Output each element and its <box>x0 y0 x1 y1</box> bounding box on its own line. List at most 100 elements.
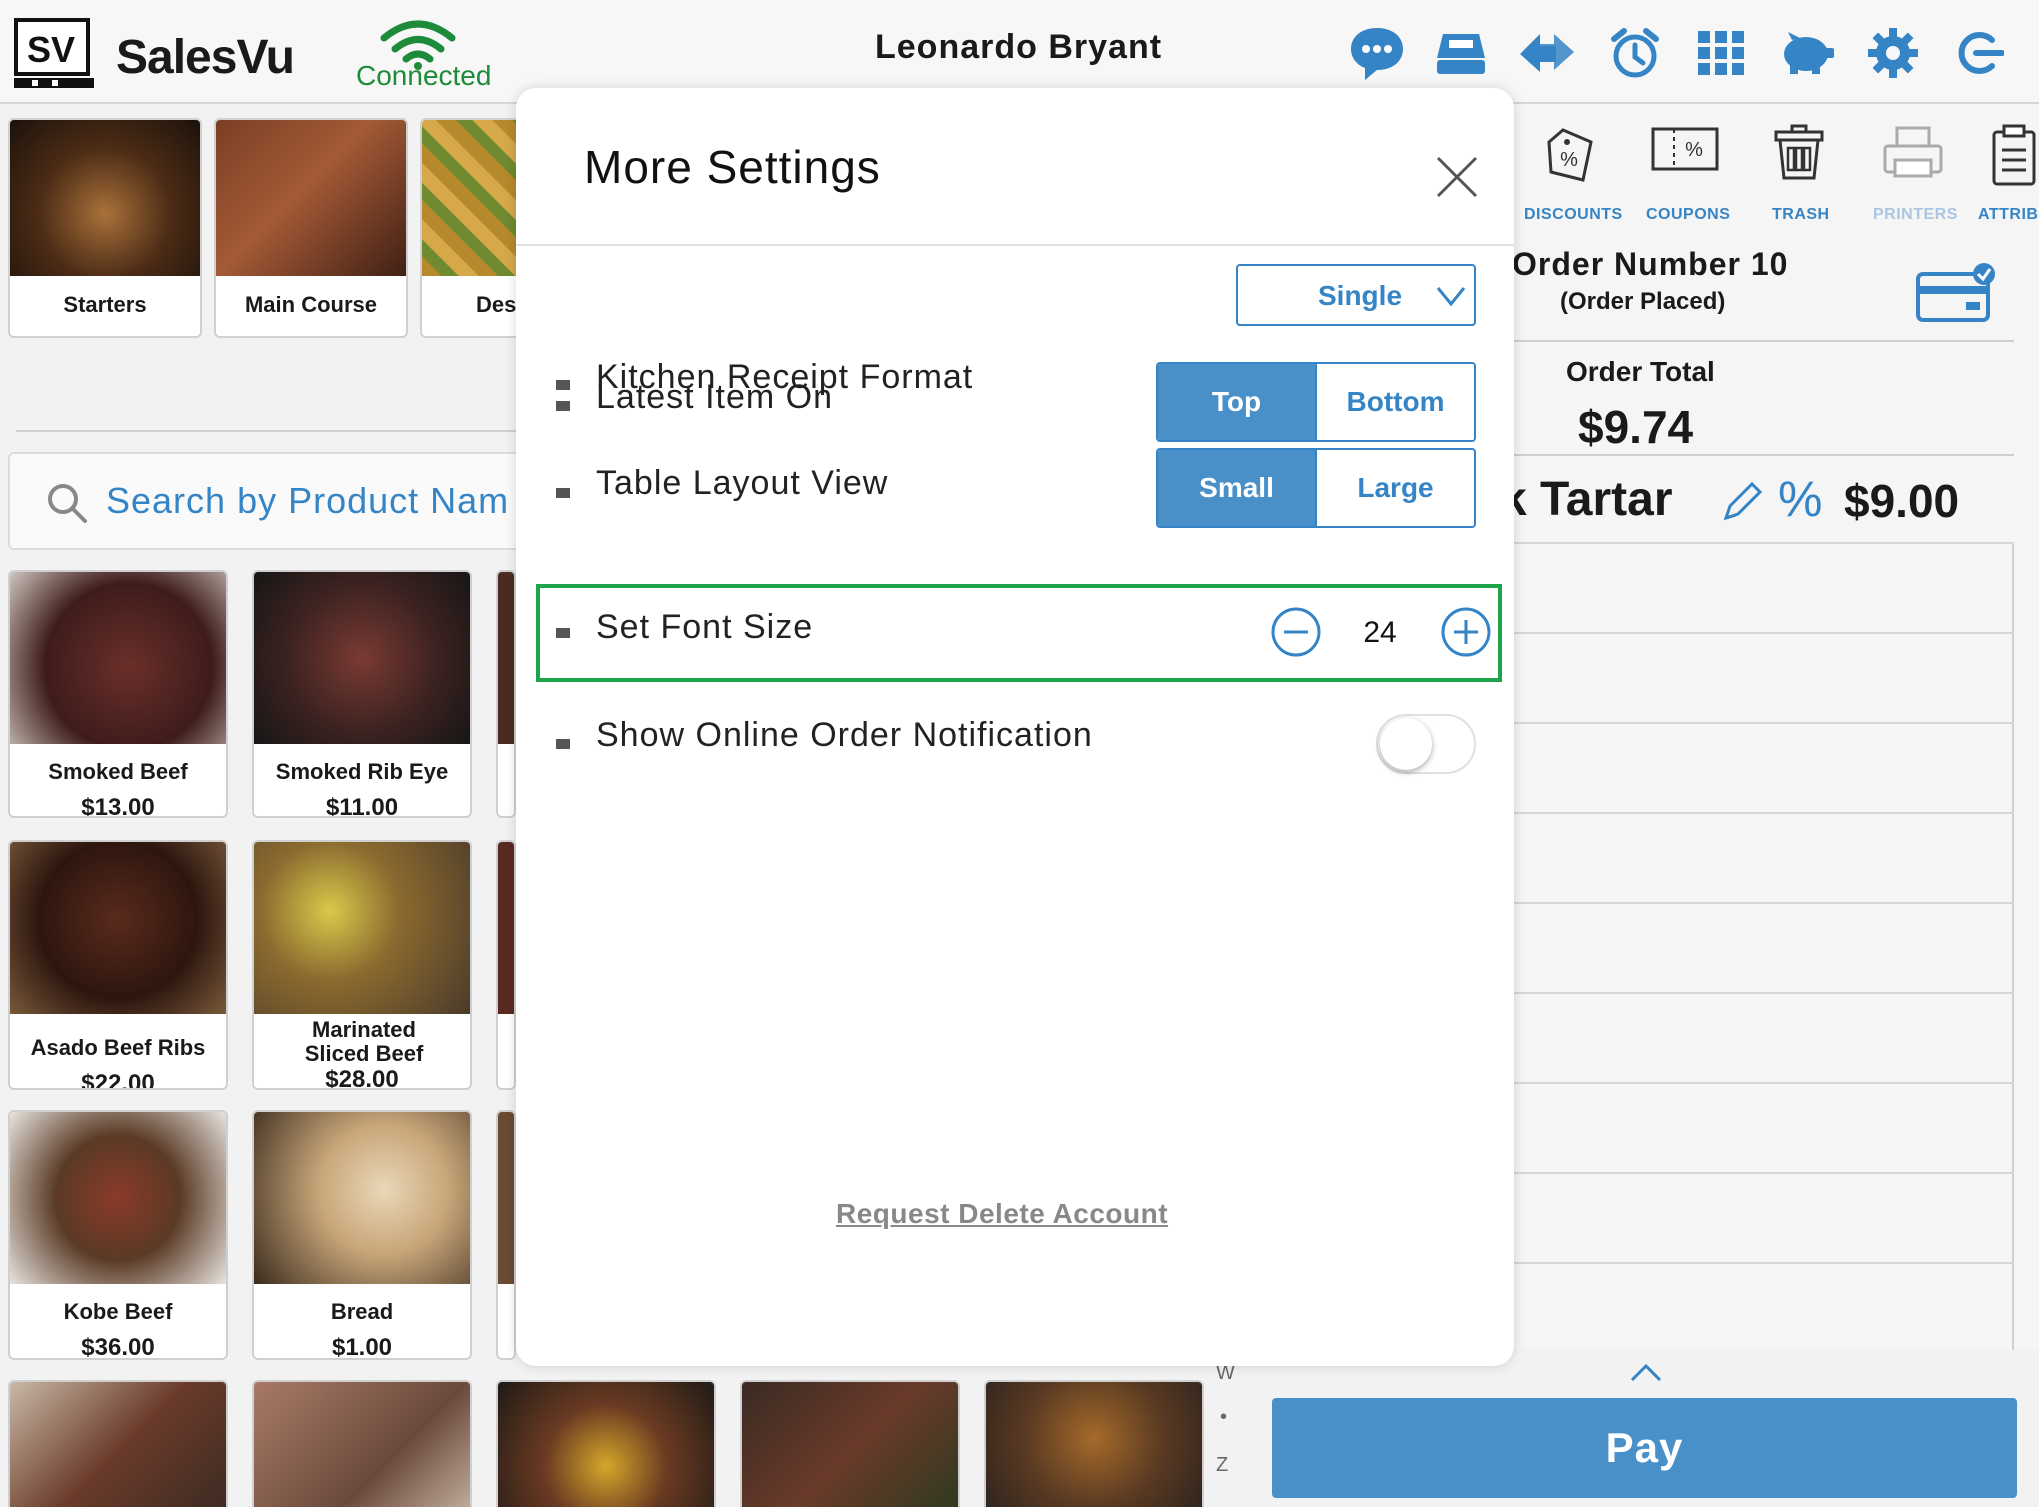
product-search-input[interactable]: Search by Product Nam <box>8 452 568 550</box>
font-size-row: Set Font Size 24 <box>536 584 1502 682</box>
product-tile-partial[interactable] <box>740 1380 960 1507</box>
latest-item-top-button[interactable]: Top <box>1158 364 1315 440</box>
product-name: Kobe Beef <box>63 1299 173 1324</box>
increase-font-button[interactable] <box>1440 606 1492 663</box>
brand-name: SalesVu <box>116 31 295 84</box>
bullet <box>556 380 570 390</box>
table-layout-small-button[interactable]: Small <box>1158 450 1315 526</box>
row-divider <box>1514 1262 2014 1264</box>
latest-item-toggle: Top Bottom <box>1156 362 1476 442</box>
product-name: Asado Beef Ribs <box>30 1035 206 1060</box>
product-image <box>498 1382 714 1507</box>
user-name[interactable]: Leonardo Bryant <box>875 28 1162 67</box>
row-divider <box>1514 632 2014 634</box>
product-price: $13.00 <box>81 794 155 818</box>
product-name: Smoked Beef <box>48 759 188 784</box>
pay-button[interactable]: Pay <box>1272 1398 2017 1498</box>
product-image <box>10 842 226 1014</box>
product-tile-marinated-sliced-beef[interactable]: Marinated Sliced Beef $28.00 <box>252 840 472 1090</box>
product-tile-partial[interactable] <box>8 1380 228 1507</box>
product-tile-partial[interactable] <box>984 1380 1204 1507</box>
logout-icon[interactable] <box>1948 24 2010 82</box>
chevron-up-icon[interactable] <box>1630 1362 1662 1387</box>
kitchen-receipt-select[interactable]: Single <box>1236 264 1476 326</box>
product-tile-smoked-beef[interactable]: Smoked Beef $13.00 <box>8 570 228 818</box>
product-image <box>254 572 470 744</box>
coupons-label: COUPONS <box>1646 206 1731 223</box>
product-image <box>986 1382 1202 1507</box>
section-divider <box>16 430 536 432</box>
category-label: Starters <box>63 292 147 317</box>
product-image <box>498 1112 514 1284</box>
product-image <box>742 1382 958 1507</box>
trash-icon <box>1774 124 1824 180</box>
category-tile-main-course[interactable]: Main Course <box>214 118 408 338</box>
more-settings-modal: More Settings Kitchen Receipt Format Sin… <box>516 88 1514 1366</box>
product-tile-partial[interactable] <box>496 840 516 1090</box>
product-price: $22.00 <box>81 1070 155 1090</box>
product-price: $28.00 <box>325 1066 399 1090</box>
product-image <box>254 1112 470 1284</box>
discount-tag-icon: % <box>1547 128 1593 182</box>
piggy-bank-icon[interactable] <box>1776 24 1838 82</box>
row-divider <box>1514 902 2014 904</box>
product-price: $36.00 <box>81 1334 155 1360</box>
svg-text:%: % <box>1560 149 1578 171</box>
category-label: Main Course <box>244 292 378 317</box>
product-tile-kobe-beef[interactable]: Kobe Beef $36.00 <box>8 1110 228 1360</box>
online-notification-toggle[interactable] <box>1376 714 1476 774</box>
close-icon[interactable] <box>1432 152 1482 202</box>
product-tile-asado-beef-ribs[interactable]: Asado Beef Ribs $22.00 <box>8 840 228 1090</box>
coupon-icon: % <box>1651 127 1719 171</box>
table-layout-toggle: Small Large <box>1156 448 1476 528</box>
order-total-value: $9.74 <box>1578 401 1694 453</box>
printer-icon <box>1883 126 1943 178</box>
order-item-price: $9.00 <box>1844 475 1960 527</box>
credit-card-icon[interactable] <box>1916 262 1996 329</box>
attributes-label: ATTRIBU <box>1978 206 2039 223</box>
row-divider <box>1514 1082 2014 1084</box>
edit-pencil-icon[interactable] <box>1720 478 1766 529</box>
category-tile-starters[interactable]: Starters <box>8 118 202 338</box>
product-image <box>498 842 514 1014</box>
row-divider <box>1514 812 2014 814</box>
clipboard-icon <box>1992 124 2035 186</box>
modal-title: More Settings <box>584 141 881 193</box>
row-divider <box>1514 1172 2014 1174</box>
request-delete-account-link[interactable]: Request Delete Account <box>836 1198 1168 1230</box>
chat-icon[interactable] <box>1346 24 1408 82</box>
swap-icon[interactable] <box>1516 24 1578 82</box>
chevron-down-icon <box>1436 284 1466 313</box>
panel-divider <box>1514 454 2014 456</box>
product-tile-smoked-rib-eye[interactable]: Smoked Rib Eye $11.00 <box>252 570 472 818</box>
product-tile-partial[interactable] <box>496 1110 516 1360</box>
product-image <box>498 572 514 744</box>
register-icon[interactable] <box>1430 24 1492 82</box>
bullet <box>556 739 570 749</box>
product-tile-bread[interactable]: Bread $1.00 <box>252 1110 472 1360</box>
product-image <box>10 1382 226 1507</box>
alphabet-index-dot[interactable]: • <box>1220 1406 1227 1429</box>
item-discount-icon[interactable]: % <box>1778 470 1822 528</box>
gear-icon[interactable] <box>1862 24 1924 82</box>
latest-item-bottom-button[interactable]: Bottom <box>1315 364 1474 440</box>
product-tile-partial[interactable] <box>252 1380 472 1507</box>
search-placeholder: Search by Product Nam <box>106 480 510 521</box>
online-notification-label: Show Online Order Notification <box>596 716 1093 754</box>
panel-divider <box>1514 340 2014 342</box>
grid-icon[interactable] <box>1690 24 1752 82</box>
product-tile-partial[interactable] <box>496 1380 716 1507</box>
connection-status: Connected <box>356 60 492 91</box>
alphabet-index-z[interactable]: Z <box>1216 1454 1228 1477</box>
product-image <box>254 1382 470 1507</box>
table-layout-large-button[interactable]: Large <box>1315 450 1474 526</box>
alarm-icon[interactable] <box>1604 24 1666 82</box>
search-icon <box>46 482 88 529</box>
bullet <box>556 488 570 498</box>
modal-divider <box>516 244 1514 246</box>
product-tile-partial[interactable] <box>496 570 516 818</box>
decrease-font-button[interactable] <box>1270 606 1322 663</box>
order-item-name[interactable]: k Tartar <box>1500 472 1673 527</box>
logo-mark-text: SV <box>27 29 75 70</box>
table-layout-label: Table Layout View <box>596 464 889 502</box>
